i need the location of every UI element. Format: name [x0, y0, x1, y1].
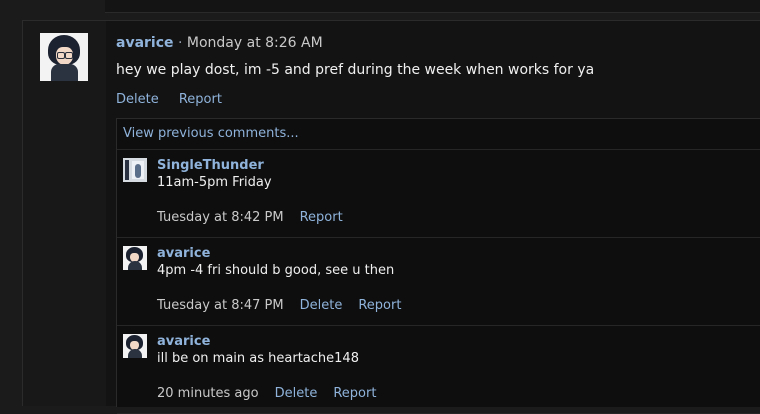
- avatar-detail: [135, 164, 141, 178]
- post-byline: avarice · Monday at 8:26 AM: [116, 33, 760, 53]
- comment-meta: Tuesday at 8:47 PM Delete Report: [157, 297, 747, 315]
- post-timestamp[interactable]: Monday at 8:26 AM: [187, 35, 323, 51]
- comment-item: SingleThunder 11am-5pm Friday Tuesday at…: [117, 150, 760, 238]
- post-actions: Delete Report: [116, 91, 760, 109]
- avatar-body: [128, 349, 142, 358]
- post-message: hey we play dost, im -5 and pref during …: [116, 62, 595, 78]
- comment-item: avarice ill be on main as heartache148 2…: [117, 326, 760, 414]
- comments-list: View previous comments... SingleThunder …: [116, 118, 760, 414]
- comment-body: SingleThunder 11am-5pm Friday Tuesday at…: [157, 157, 747, 227]
- post-content: avarice · Monday at 8:26 AM hey we play …: [116, 33, 760, 109]
- avatar[interactable]: [123, 158, 147, 182]
- delete-button[interactable]: Delete: [300, 298, 343, 313]
- comment-author-link[interactable]: avarice: [157, 333, 747, 350]
- previous-post-edge: [105, 0, 760, 13]
- comment-text: 11am-5pm Friday: [157, 175, 272, 190]
- comment-text: 4pm -4 fri should b good, see u then: [157, 263, 395, 278]
- comment-item: avarice 4pm -4 fri should b good, see u …: [117, 238, 760, 326]
- report-button[interactable]: Report: [179, 92, 222, 107]
- avatar-body: [128, 261, 142, 270]
- post-author-link[interactable]: avarice: [116, 35, 174, 51]
- delete-button[interactable]: Delete: [275, 386, 318, 401]
- avatar[interactable]: [40, 33, 88, 81]
- comment-timestamp[interactable]: Tuesday at 8:47 PM: [157, 298, 284, 313]
- avatar-body: [51, 64, 78, 81]
- delete-button[interactable]: Delete: [116, 92, 159, 107]
- avatar-column: [23, 21, 106, 406]
- view-previous-comments-link[interactable]: View previous comments...: [117, 119, 760, 150]
- comment-text: ill be on main as heartache148: [157, 351, 359, 366]
- comment-author-link[interactable]: avarice: [157, 245, 747, 262]
- comment-body: avarice ill be on main as heartache148 2…: [157, 333, 747, 403]
- comment-meta: 20 minutes ago Delete Report: [157, 385, 747, 403]
- comment-author-link[interactable]: SingleThunder: [157, 157, 747, 174]
- byline-separator: ·: [173, 35, 187, 51]
- comment-timestamp[interactable]: 20 minutes ago: [157, 386, 259, 401]
- report-button[interactable]: Report: [300, 210, 343, 225]
- avatar[interactable]: [123, 334, 147, 358]
- comment-meta: Tuesday at 8:42 PM Report: [157, 209, 747, 227]
- comment-timestamp[interactable]: Tuesday at 8:42 PM: [157, 210, 284, 225]
- report-button[interactable]: Report: [333, 386, 376, 401]
- avatar-detail: [125, 160, 129, 180]
- profile-post: avarice · Monday at 8:26 AM hey we play …: [22, 20, 760, 414]
- comment-body: avarice 4pm -4 fri should b good, see u …: [157, 245, 747, 315]
- avatar-glasses-right: [65, 52, 73, 59]
- avatar[interactable]: [123, 246, 147, 270]
- report-button[interactable]: Report: [358, 298, 401, 313]
- avatar-glasses-left: [57, 52, 65, 59]
- page-gutter: [0, 0, 22, 405]
